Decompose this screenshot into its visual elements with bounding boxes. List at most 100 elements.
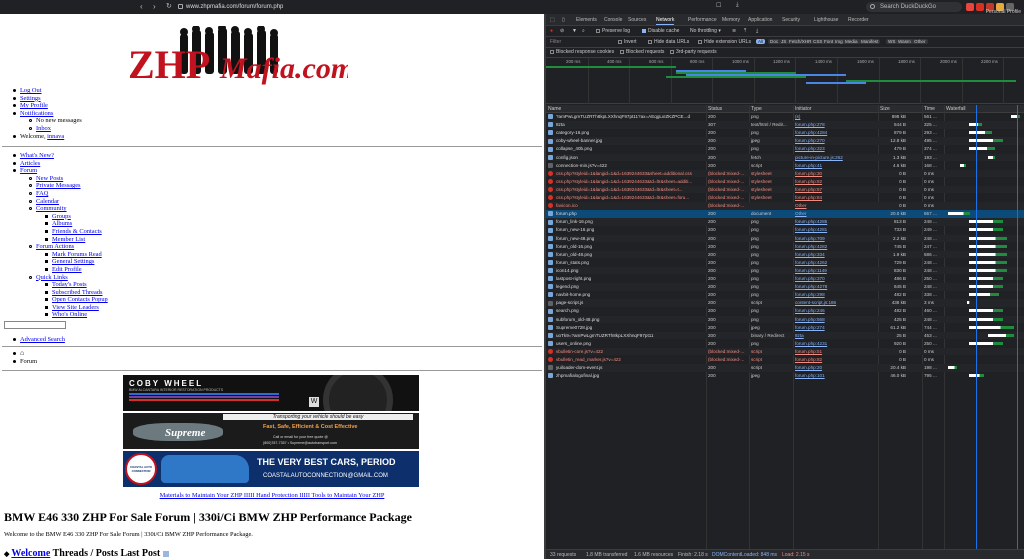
request-initiator[interactable]: 8zta (795, 332, 879, 340)
col-time[interactable]: Time (924, 106, 935, 112)
request-row[interactable]: navbit-home.png 200 png forum.php:298 482 B 3… (546, 291, 1024, 299)
todays-posts-link[interactable]: Today's Posts (52, 281, 87, 288)
request-initiator[interactable]: forum.php:4278 (795, 283, 879, 291)
general-settings-link[interactable]: General Settings (52, 258, 94, 265)
filter-input[interactable]: Filter (550, 39, 561, 45)
request-row[interactable]: vbulletin_read_marker.js?v=422 (blocked:m… (546, 356, 1024, 364)
blocked-requests-checkbox[interactable]: Blocked requests (620, 49, 664, 55)
col-name[interactable]: Name (548, 106, 561, 112)
record-icon[interactable]: ● (550, 28, 553, 34)
request-initiator[interactable]: forum.php:278 (795, 121, 879, 129)
wifi-icon[interactable]: ≋ (732, 28, 736, 34)
request-row[interactable]: forum_new-16.png 200 png forum.php:4281 733 … (546, 226, 1024, 234)
forum-link[interactable]: Forum (20, 167, 37, 174)
forum-search-input[interactable] (4, 321, 66, 329)
groups-link[interactable]: Groups (52, 213, 71, 220)
collapse-icon[interactable] (162, 550, 169, 557)
filter-icon[interactable]: ▼ (572, 28, 577, 34)
request-initiator[interactable]: picture-in-picture.js:262 (795, 154, 879, 162)
mark-forums-read-link[interactable]: Mark Forums Read (52, 251, 102, 258)
request-initiator[interactable]: forum.php:270 (795, 137, 879, 145)
request-row[interactable]: forum_stats.png 200 png forum.php:4262 729 B… (546, 259, 1024, 267)
request-row[interactable]: collapse_40b.png 200 png forum.php:323 479 B… (546, 145, 1024, 153)
request-row[interactable]: forum.php 200 document Other 20.0 kB 657 ... (546, 210, 1024, 218)
third-party-requests-checkbox[interactable]: 3rd-party requests (670, 49, 717, 55)
request-initiator[interactable]: forum.php:370 (795, 275, 879, 283)
devtools-tab-lighthouse[interactable]: Lighthouse (814, 17, 838, 23)
request-initiator[interactable]: forum.php:101 (795, 372, 879, 380)
request-initiator[interactable]: forum.php:4262 (795, 259, 879, 267)
devtools-tab-performance[interactable]: Performance (688, 17, 717, 23)
request-row[interactable]: forum_link-16.png 200 png forum.php:4285 813… (546, 218, 1024, 226)
coastal-auto-banner[interactable]: COASTAL AUTO CONNECTION THE VERY BEST CA… (123, 451, 419, 487)
inbox-link[interactable]: Inbox (36, 125, 51, 132)
col-status[interactable]: Status (708, 106, 722, 112)
upload-icon[interactable]: ⤒ (744, 28, 746, 34)
devtools-tab-elements[interactable]: Elements (576, 17, 597, 23)
inspect-icon[interactable]: ⬚ (550, 17, 555, 23)
request-initiator[interactable]: forum.php:20 (795, 364, 879, 372)
devtools-tab-recorder[interactable]: Recorder (848, 17, 869, 23)
albums-link[interactable]: Albums (52, 220, 72, 227)
extension-icon[interactable] (976, 3, 984, 11)
request-initiator[interactable]: Other (795, 210, 879, 218)
request-row[interactable]: search.png 200 png forum.php:246 482 B 460 ..… (546, 307, 1024, 315)
devtools-tab-memory[interactable]: Memory (722, 17, 740, 23)
request-row[interactable]: lastpost-right.png 200 png forum.php:370 486… (546, 275, 1024, 283)
member-list-link[interactable]: Member List (52, 236, 85, 243)
request-initiator[interactable]: forum.php:4282 (795, 243, 879, 251)
my-profile-link[interactable]: My Profile (20, 102, 48, 109)
preserve-log-checkbox[interactable]: Preserve log (596, 28, 630, 34)
request-initiator[interactable]: forum.php:4281 (795, 226, 879, 234)
community-link[interactable]: Community (36, 205, 67, 212)
request-initiator[interactable]: forum.php:298 (795, 291, 879, 299)
extension-icon[interactable] (966, 3, 974, 11)
request-initiator[interactable]: forum.php:4231 (795, 340, 879, 348)
request-row[interactable]: page-script.js 200 script content-script.js… (546, 299, 1024, 307)
download-har-icon[interactable]: ⤓ (756, 28, 758, 34)
request-initiator[interactable]: forum.php:84 (795, 194, 879, 202)
request-initiator[interactable]: forum.php:41 (795, 162, 879, 170)
request-row[interactable]: legend.png 200 png forum.php:4278 645 B 248 .… (546, 283, 1024, 291)
welcome-category-link[interactable]: Welcome (11, 548, 50, 559)
devtools-tab-network[interactable]: Network (656, 17, 675, 25)
bookmark-icon[interactable]: ☐ (716, 2, 721, 9)
device-icon[interactable]: ▯ (562, 17, 565, 23)
blocked-response-cookies-checkbox[interactable]: Blocked response cookies (550, 49, 614, 55)
disable-cache-checkbox[interactable]: Disable cache (642, 28, 679, 34)
request-initiator[interactable]: (s) (795, 113, 879, 121)
request-row[interactable]: subforum_old-48.png 200 png forum.php:568 42… (546, 315, 1024, 324)
devtools-tab-security[interactable]: Security (782, 17, 800, 23)
advanced-search-link[interactable]: Advanced Search (20, 336, 65, 343)
back-icon[interactable]: ‹ (140, 2, 143, 11)
username-link[interactable]: innava (47, 133, 64, 140)
invert-checkbox[interactable]: Invert (618, 39, 637, 45)
request-row[interactable]: css.php?styleid=1&langid=1&d=1639244633&… (546, 194, 1024, 202)
hide-data-urls-checkbox[interactable]: Hide data URLs (648, 39, 689, 45)
request-row[interactable]: category-16.png 200 png forum.php:4284 879 B… (546, 129, 1024, 137)
faq-link[interactable]: FAQ (36, 190, 48, 197)
col-size[interactable]: Size (880, 106, 890, 112)
col-waterfall[interactable]: Waterfall (946, 106, 966, 112)
clear-icon[interactable]: ⊘ (560, 28, 564, 34)
site-logo[interactable]: ZHP Mafia.com (128, 24, 354, 96)
devtools-tab-application[interactable]: Application (748, 17, 772, 23)
request-row[interactable]: 8zta 307 text/html / Redir... forum.php:278… (546, 121, 1024, 129)
whats-new-link[interactable]: What's New? (20, 152, 54, 159)
coby-wheel-banner[interactable]: COBY WHEEL BMW ALCANTARA INTERIOR RESTOR… (123, 375, 419, 411)
address-bar[interactable]: www.zhpmafia.com/forum/forum.php (178, 2, 508, 12)
request-row[interactable]: forum_new-48.png 200 png forum.php:709 2.2 k… (546, 234, 1024, 243)
request-initiator[interactable]: forum.php:246 (795, 307, 879, 315)
request-row[interactable]: connection-min.js?v=422 200 script forum.ph… (546, 162, 1024, 170)
supreme-transport-banner[interactable]: Transporting your vehicle should be easy… (123, 413, 419, 449)
home-icon[interactable]: ⌂ (20, 349, 24, 357)
request-row[interactable]: favicon.ico (blocked:mixed-... Other 0 B 0 m… (546, 202, 1024, 210)
hide-extension-urls-checkbox[interactable]: Hide extension URLs (698, 39, 751, 45)
forward-icon[interactable]: › (153, 2, 156, 11)
search-network-icon[interactable]: ⌕ (582, 28, 585, 34)
request-initiator[interactable]: forum.php:82 (795, 356, 879, 364)
request-initiator[interactable]: forum.php:57 (795, 186, 879, 194)
download-icon[interactable]: ⤓ (736, 2, 739, 9)
request-initiator[interactable]: forum.php:1149 (795, 267, 879, 275)
request-initiator[interactable]: forum.php:4284 (795, 129, 879, 137)
